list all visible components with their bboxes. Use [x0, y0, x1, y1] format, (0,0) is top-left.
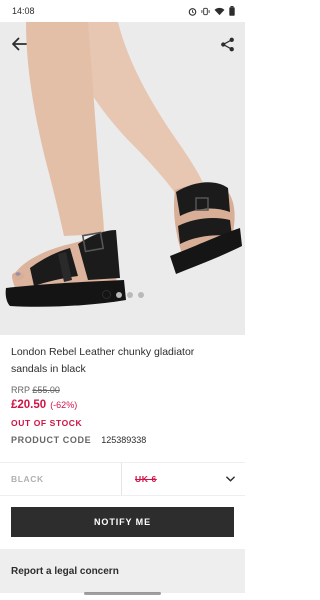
chevron-down-icon	[226, 476, 235, 482]
vibrate-icon	[201, 7, 210, 15]
size-select[interactable]: UK 6	[122, 463, 245, 495]
share-button[interactable]	[215, 32, 239, 56]
rrp-value: £55.00	[32, 385, 60, 395]
stock-status: OUT OF STOCK	[11, 418, 83, 428]
product-code-label: PRODUCT CODE	[11, 435, 92, 445]
report-legal-concern-link[interactable]: Report a legal concern	[0, 549, 245, 593]
status-time: 14:08	[12, 6, 35, 16]
back-button[interactable]	[7, 32, 31, 56]
share-icon	[220, 37, 234, 51]
pagination-dot-active[interactable]	[101, 290, 111, 299]
status-icons	[188, 6, 235, 16]
product-code-value: 125389338	[101, 435, 147, 445]
gesture-nav-bar[interactable]	[84, 592, 161, 595]
arrow-left-icon	[12, 37, 27, 51]
variant-selector: BLACK UK 6	[0, 462, 245, 496]
rrp-price: RRP £55.00	[11, 385, 60, 395]
rrp-label: RRP	[11, 385, 30, 395]
pagination-dot[interactable]	[115, 291, 122, 298]
sale-price: £20.50	[11, 399, 47, 411]
product-image-gallery[interactable]	[0, 22, 245, 335]
pagination-dot[interactable]	[126, 291, 133, 298]
gallery-pagination	[0, 290, 245, 299]
wifi-icon	[214, 7, 225, 15]
alarm-icon	[188, 7, 197, 16]
battery-icon	[229, 6, 235, 16]
pagination-dot[interactable]	[137, 291, 144, 298]
discount-percent: (-62%)	[50, 400, 78, 410]
current-price: £20.50 (-62%)	[11, 399, 77, 411]
status-bar: 14:08	[0, 0, 245, 22]
product-title: London Rebel Leather chunky gladiator sa…	[11, 346, 195, 375]
notify-me-button[interactable]: NOTIFY ME	[11, 507, 234, 537]
product-code: PRODUCT CODE 125389338	[11, 435, 146, 445]
product-photo	[0, 22, 245, 335]
colour-label: BLACK	[0, 463, 122, 495]
size-select-value: UK 6	[135, 474, 157, 484]
